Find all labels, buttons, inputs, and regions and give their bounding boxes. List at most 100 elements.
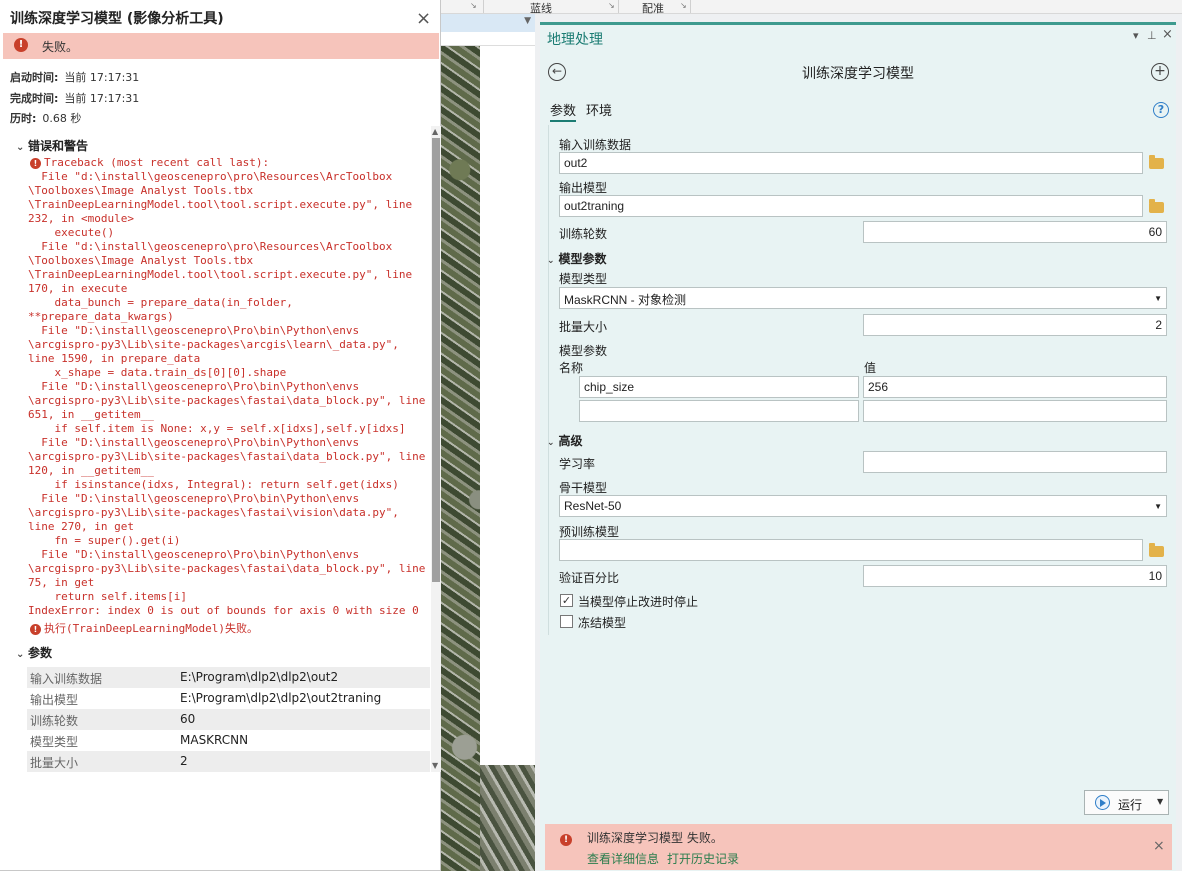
tab-parameters[interactable]: 参数 <box>550 100 577 122</box>
pretrained-model-field[interactable] <box>559 539 1143 561</box>
status-text: 失败。 <box>42 40 79 54</box>
folder-icon[interactable] <box>1149 543 1164 557</box>
backbone-value: ResNet-50 <box>564 499 622 513</box>
view-details-link[interactable]: 查看详细信息 <box>587 850 659 867</box>
scroll-up-icon[interactable]: ▲ <box>432 127 438 136</box>
model-arg-value-field[interactable]: 256 <box>863 376 1167 398</box>
chevron-down-icon[interactable]: ⌄ <box>16 649 28 660</box>
param-name: 批量大小 <box>30 756 79 770</box>
model-type-label: 模型类型 <box>559 272 608 286</box>
freeze-model-checkbox[interactable] <box>560 615 573 628</box>
param-name: 训练轮数 <box>30 714 79 728</box>
elapsed-label: 历时: <box>10 112 37 125</box>
param-value: E:\Program\dlp2\dlp2\out2traning <box>180 691 382 705</box>
model-params-group-header[interactable]: ⌄ 模型参数 <box>547 250 607 267</box>
geoprocessing-pane <box>540 22 1176 871</box>
input-data-field[interactable]: out2 <box>559 152 1143 174</box>
param-name: 模型类型 <box>30 735 79 749</box>
param-value: 2 <box>180 754 188 768</box>
validation-label: 验证百分比 <box>559 571 620 585</box>
close-icon[interactable]: × <box>1153 838 1165 854</box>
error-icon: ! <box>30 158 41 169</box>
learning-rate-label: 学习率 <box>559 457 596 471</box>
chevron-down-icon[interactable]: ⌄ <box>16 142 28 153</box>
epochs-field[interactable]: 60 <box>863 221 1167 243</box>
advanced-group-header[interactable]: ⌄ 高级 <box>547 432 583 449</box>
chevron-down-icon[interactable]: ▼ <box>524 16 531 26</box>
tab-environments[interactable]: 环境 <box>586 100 612 119</box>
output-model-label: 输出模型 <box>559 181 608 195</box>
chevron-down-icon[interactable]: ⌄ <box>547 438 555 448</box>
map-tab-strip: ▼ <box>441 14 535 32</box>
stop-training-checkbox[interactable]: ✓ <box>560 594 573 607</box>
dialog-title: 训练深度学习模型 (影像分析工具) <box>10 11 224 27</box>
run-button[interactable]: 运行 ▼ <box>1084 790 1169 815</box>
stop-training-label: 当模型停止改进时停止 <box>578 595 699 609</box>
param-name: 输入训练数据 <box>30 672 103 686</box>
folder-icon[interactable] <box>1149 155 1164 169</box>
play-icon <box>1095 795 1110 810</box>
params-section-header[interactable]: ⌄ 参数 <box>16 644 52 661</box>
pane-menu-icon[interactable]: ▾ <box>1133 29 1139 42</box>
failure-message-text: 训练深度学习模型 失败。 <box>587 831 723 845</box>
pretrained-model-label: 预训练模型 <box>559 525 620 539</box>
dialog-launcher-icon[interactable]: ↘ <box>470 1 477 10</box>
model-arg-value-field-empty[interactable] <box>863 400 1167 422</box>
run-button-label: 运行 <box>1118 798 1143 812</box>
pane-title: 地理处理 <box>547 32 603 48</box>
param-guide-line <box>548 125 549 635</box>
batch-size-field[interactable]: 2 <box>863 314 1167 336</box>
map-imagery-strip[interactable] <box>480 765 535 871</box>
chevron-down-icon[interactable]: ▼ <box>1157 797 1163 806</box>
model-params-header-label: 模型参数 <box>558 252 607 266</box>
help-icon[interactable]: ? <box>1153 102 1169 118</box>
ribbon-group-label: 配准 <box>642 2 664 15</box>
dialog-launcher-icon[interactable]: ↘ <box>680 1 687 10</box>
backbone-select[interactable]: ResNet-50 ▼ <box>559 495 1167 517</box>
backbone-label: 骨干模型 <box>559 481 608 495</box>
errors-header-label: 错误和警告 <box>28 139 89 153</box>
dialog-launcher-icon[interactable]: ↘ <box>608 1 615 10</box>
end-time-value: 当前 17:17:31 <box>64 92 140 105</box>
advanced-header-label: 高级 <box>558 434 583 448</box>
start-time-label: 启动时间: <box>10 71 59 84</box>
param-row: 训练轮数 60 <box>27 709 430 730</box>
end-time-label: 完成时间: <box>10 92 59 105</box>
dropdown-arrow-icon[interactable]: ▼ <box>1154 294 1162 303</box>
param-row: 输入训练数据 E:\Program\dlp2\dlp2\out2 <box>27 667 430 688</box>
traceback-text: File "d:\install\geoscenepro\pro\Resourc… <box>28 170 426 617</box>
elapsed-time: 历时: 0.68 秒 <box>10 110 81 126</box>
scroll-down-icon[interactable]: ▼ <box>432 761 438 770</box>
value-column-header: 值 <box>864 361 877 375</box>
error-icon: ! <box>14 38 28 52</box>
errors-section-header[interactable]: ⌄ 错误和警告 <box>16 137 88 154</box>
elapsed-value: 0.68 秒 <box>42 112 82 125</box>
validation-field[interactable]: 10 <box>863 565 1167 587</box>
start-time: 启动时间: 当前 17:17:31 <box>10 69 139 85</box>
folder-icon[interactable] <box>1149 199 1164 213</box>
scrollbar-thumb[interactable] <box>432 138 440 582</box>
close-icon[interactable]: × <box>416 10 431 28</box>
tool-title: 训练深度学习模型 <box>802 66 914 82</box>
param-row: 批量大小 2 <box>27 751 430 772</box>
error-icon: ! <box>30 624 41 635</box>
error-icon: ! <box>560 834 572 846</box>
add-icon[interactable]: + <box>1151 63 1169 81</box>
map-blank-area[interactable] <box>480 46 535 871</box>
ribbon-separator <box>618 0 619 13</box>
param-name: 输出模型 <box>30 693 79 707</box>
open-history-link[interactable]: 打开历史记录 <box>667 850 739 867</box>
input-data-label: 输入训练数据 <box>559 138 632 152</box>
close-icon[interactable]: × <box>1162 27 1173 42</box>
output-model-field[interactable]: out2traning <box>559 195 1143 217</box>
exec-failed-message: 执行(TrainDeepLearningModel)失败。 <box>44 622 258 635</box>
ribbon-separator <box>690 0 691 13</box>
learning-rate-field[interactable] <box>863 451 1167 473</box>
model-arg-name-field-empty[interactable] <box>579 400 859 422</box>
model-type-select[interactable]: MaskRCNN - 对象检测 ▼ <box>559 287 1167 309</box>
chevron-down-icon[interactable]: ⌄ <box>547 256 555 266</box>
pin-icon[interactable]: ⊥ <box>1147 29 1157 42</box>
dropdown-arrow-icon[interactable]: ▼ <box>1154 502 1162 511</box>
back-arrow-icon[interactable]: ← <box>548 63 566 81</box>
model-arg-name-field[interactable]: chip_size <box>579 376 859 398</box>
